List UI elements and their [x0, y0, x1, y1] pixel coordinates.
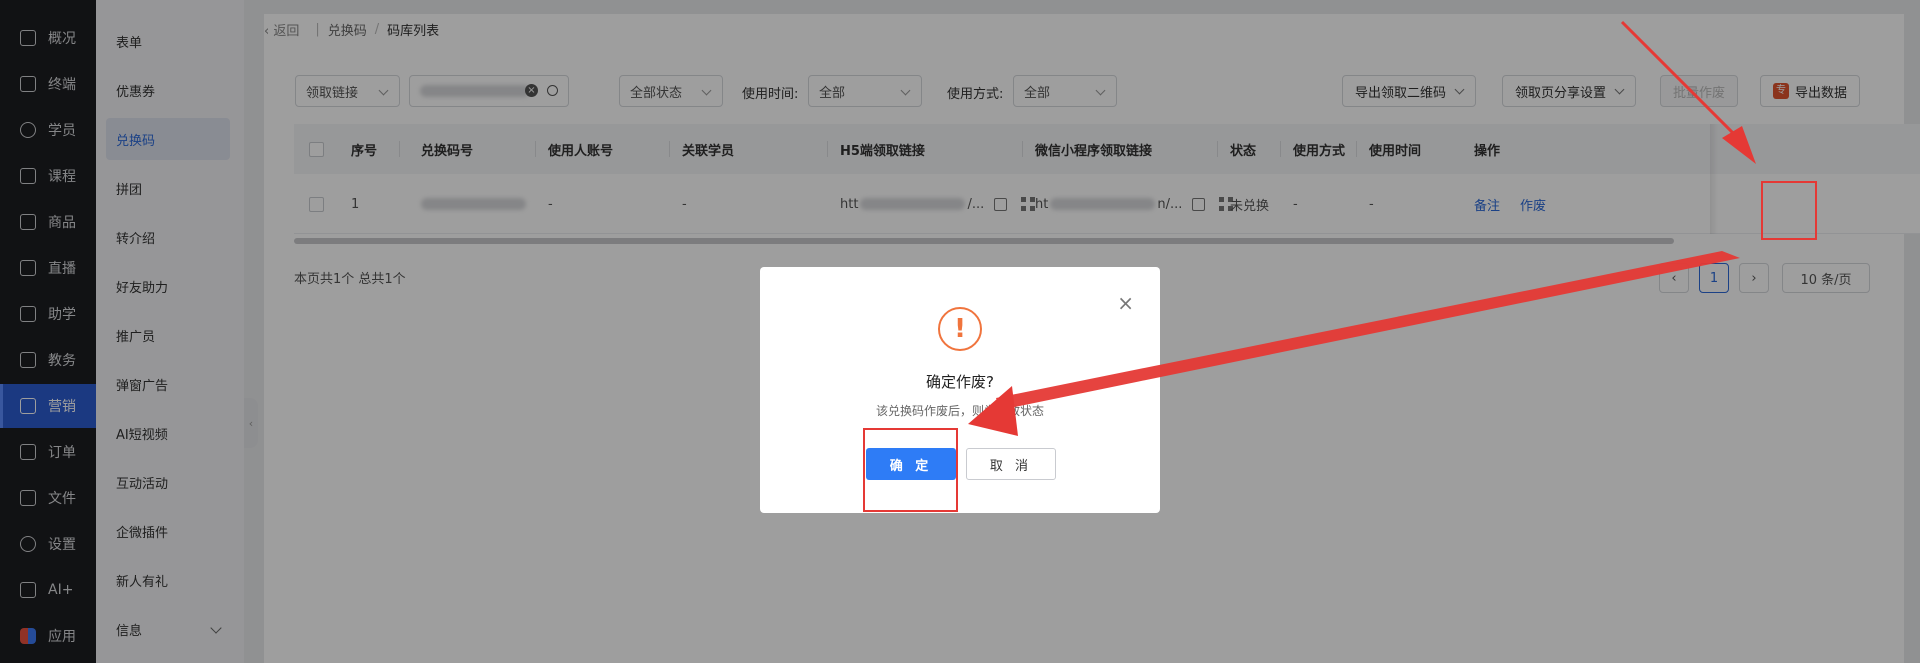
- annotation-arrow-1-head: [1722, 126, 1756, 164]
- annotation-arrows: [968, 20, 1756, 436]
- annotation-arrow-2-head: [968, 386, 1018, 436]
- annotation-arrow-2-shaft: [996, 251, 1740, 410]
- annotation-arrow-1-line: [1620, 20, 1750, 150]
